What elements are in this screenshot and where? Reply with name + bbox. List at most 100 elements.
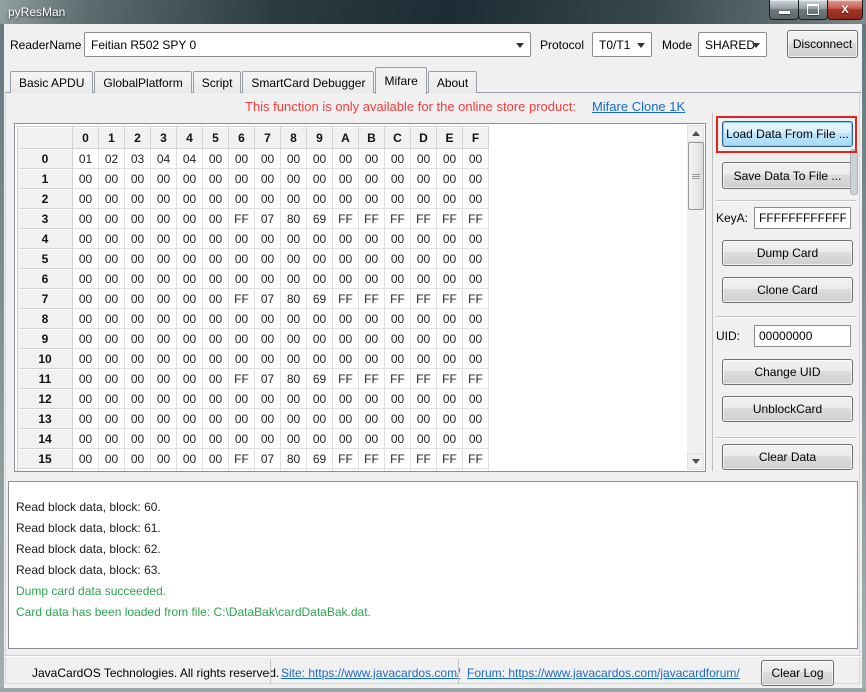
- grid-cell[interactable]: 00: [72, 328, 99, 349]
- grid-cell[interactable]: 00: [410, 168, 437, 189]
- reader-name-combobox[interactable]: Feitian R502 SPY 0: [84, 32, 531, 57]
- grid-cell[interactable]: 00: [384, 188, 411, 209]
- grid-cell[interactable]: 00: [332, 148, 359, 169]
- grid-cell[interactable]: FF: [462, 368, 489, 389]
- grid-cell[interactable]: 00: [202, 428, 229, 449]
- grid-cell[interactable]: FF: [228, 288, 255, 309]
- grid-cell[interactable]: FF: [384, 368, 411, 389]
- grid-cell[interactable]: 00: [124, 188, 151, 209]
- grid-cell[interactable]: FF: [410, 208, 437, 229]
- grid-cell[interactable]: 00: [150, 348, 177, 369]
- tab-basic-apdu[interactable]: Basic APDU: [10, 71, 94, 93]
- grid-cell[interactable]: 00: [306, 188, 333, 209]
- grid-cell[interactable]: 00: [306, 408, 333, 429]
- grid-cell[interactable]: 00: [202, 408, 229, 429]
- grid-cell[interactable]: 00: [150, 388, 177, 409]
- grid-cell[interactable]: 00: [462, 468, 489, 471]
- grid-cell[interactable]: 00: [124, 268, 151, 289]
- grid-cell[interactable]: 00: [124, 328, 151, 349]
- grid-cell[interactable]: FF: [358, 288, 385, 309]
- grid-cell[interactable]: 00: [332, 408, 359, 429]
- grid-cell[interactable]: 00: [72, 448, 99, 469]
- grid-cell[interactable]: 00: [202, 208, 229, 229]
- tab-about[interactable]: About: [427, 71, 478, 93]
- grid-cell[interactable]: 00: [150, 468, 177, 471]
- grid-cell[interactable]: 00: [410, 328, 437, 349]
- grid-cell[interactable]: 00: [202, 288, 229, 309]
- grid-cell[interactable]: 00: [254, 148, 281, 169]
- grid-cell[interactable]: 00: [124, 448, 151, 469]
- grid-cell[interactable]: 00: [254, 328, 281, 349]
- grid-cell[interactable]: 07: [254, 368, 281, 389]
- scroll-down-button[interactable]: [687, 453, 704, 470]
- grid-cell[interactable]: 00: [384, 348, 411, 369]
- grid-cell[interactable]: 00: [436, 268, 463, 289]
- grid-cell[interactable]: 00: [98, 448, 125, 469]
- uid-input[interactable]: [754, 325, 851, 347]
- grid-cell[interactable]: FF: [436, 208, 463, 229]
- grid-cell[interactable]: 00: [358, 388, 385, 409]
- grid-cell[interactable]: 00: [124, 208, 151, 229]
- grid-cell[interactable]: 69: [306, 368, 333, 389]
- grid-cell[interactable]: 00: [72, 468, 99, 471]
- forum-link[interactable]: Forum: https://www.javacardos.com/javaca…: [467, 666, 740, 680]
- grid-cell[interactable]: 00: [98, 388, 125, 409]
- tab-globalplatform[interactable]: GlobalPlatform: [94, 71, 192, 93]
- grid-cell[interactable]: 00: [124, 388, 151, 409]
- grid-cell[interactable]: 00: [462, 168, 489, 189]
- grid-cell[interactable]: 00: [462, 228, 489, 249]
- tab-smartcard-debugger[interactable]: SmartCard Debugger: [242, 71, 375, 93]
- grid-cell[interactable]: 00: [202, 248, 229, 269]
- grid-cell[interactable]: 00: [98, 368, 125, 389]
- grid-cell[interactable]: 00: [202, 448, 229, 469]
- grid-cell[interactable]: 00: [436, 248, 463, 269]
- grid-scrollbar[interactable]: [687, 125, 704, 470]
- grid-cell[interactable]: 00: [384, 308, 411, 329]
- grid-cell[interactable]: 00: [280, 268, 307, 289]
- grid-cell[interactable]: 00: [228, 348, 255, 369]
- grid-cell[interactable]: 00: [98, 428, 125, 449]
- grid-cell[interactable]: 69: [306, 208, 333, 229]
- grid-cell[interactable]: 00: [176, 208, 203, 229]
- grid-cell[interactable]: 00: [436, 408, 463, 429]
- grid-cell[interactable]: 80: [280, 368, 307, 389]
- grid-cell[interactable]: 00: [254, 428, 281, 449]
- grid-cell[interactable]: 00: [72, 348, 99, 369]
- grid-cell[interactable]: 00: [228, 168, 255, 189]
- grid-cell[interactable]: 00: [410, 308, 437, 329]
- grid-cell[interactable]: 00: [228, 388, 255, 409]
- grid-cell[interactable]: 00: [384, 408, 411, 429]
- panel-scrollbar-thumb[interactable]: [850, 149, 858, 195]
- grid-cell[interactable]: FF: [462, 208, 489, 229]
- grid-cell[interactable]: 00: [98, 328, 125, 349]
- grid-cell[interactable]: 00: [228, 428, 255, 449]
- grid-cell[interactable]: 00: [228, 248, 255, 269]
- grid-cell[interactable]: 00: [306, 248, 333, 269]
- grid-cell[interactable]: 00: [358, 228, 385, 249]
- grid-cell[interactable]: 00: [150, 428, 177, 449]
- grid-cell[interactable]: 00: [176, 328, 203, 349]
- grid-cell[interactable]: 00: [228, 188, 255, 209]
- grid-cell[interactable]: 00: [98, 248, 125, 269]
- tab-script[interactable]: Script: [192, 71, 242, 93]
- grid-cell[interactable]: 00: [124, 308, 151, 329]
- grid-cell[interactable]: 04: [176, 148, 203, 169]
- grid-cell[interactable]: 00: [410, 468, 437, 471]
- grid-cell[interactable]: FF: [332, 448, 359, 469]
- grid-cell[interactable]: 00: [384, 228, 411, 249]
- grid-cell[interactable]: 00: [332, 428, 359, 449]
- grid-cell[interactable]: 00: [280, 188, 307, 209]
- grid-cell[interactable]: 00: [254, 248, 281, 269]
- grid-cell[interactable]: 00: [72, 428, 99, 449]
- title-bar[interactable]: pyResMan X: [0, 0, 866, 24]
- grid-cell[interactable]: 00: [384, 248, 411, 269]
- grid-cell[interactable]: 00: [332, 388, 359, 409]
- grid-cell[interactable]: 00: [332, 468, 359, 471]
- grid-cell[interactable]: 00: [72, 268, 99, 289]
- grid-cell[interactable]: 00: [462, 188, 489, 209]
- grid-cell[interactable]: FF: [358, 208, 385, 229]
- grid-cell[interactable]: 00: [150, 288, 177, 309]
- grid-cell[interactable]: 00: [150, 268, 177, 289]
- grid-cell[interactable]: 00: [306, 328, 333, 349]
- grid-cell[interactable]: 04: [150, 148, 177, 169]
